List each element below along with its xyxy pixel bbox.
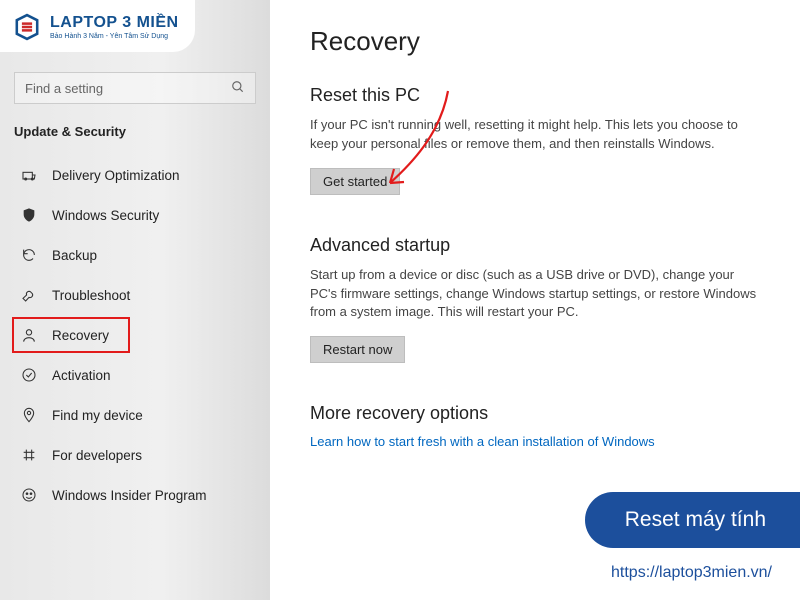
insider-icon [20,486,38,504]
developers-icon [20,446,38,464]
brand-logo: LAPTOP 3 MIỀN Bảo Hành 3 Năm - Yên Tâm S… [0,0,195,52]
sidebar-item-label: For developers [52,448,142,463]
location-icon [20,406,38,424]
page-title: Recovery [310,26,760,57]
advanced-startup-section: Advanced startup Start up from a device … [310,235,760,364]
sidebar-item-label: Recovery [52,328,109,343]
logo-title: LAPTOP 3 MIỀN [50,15,179,31]
logo-subtitle: Bảo Hành 3 Năm - Yên Tâm Sử Dụng [50,33,179,40]
reset-description: If your PC isn't running well, resetting… [310,116,760,154]
sidebar-item-windows-security[interactable]: Windows Security [0,195,270,235]
sidebar-item-label: Find my device [52,408,143,423]
fresh-install-link[interactable]: Learn how to start fresh with a clean in… [310,434,655,449]
logo-mark-icon [10,10,44,44]
get-started-button[interactable]: Get started [310,168,400,195]
delivery-icon [20,166,38,184]
reset-pc-section: Reset this PC If your PC isn't running w… [310,85,760,195]
sidebar-item-backup[interactable]: Backup [0,235,270,275]
backup-icon [20,246,38,264]
annotation-url: https://laptop3mien.vn/ [611,564,772,582]
sidebar-item-windows-insider[interactable]: Windows Insider Program [0,475,270,515]
wrench-icon [20,286,38,304]
reset-heading: Reset this PC [310,85,760,106]
sidebar-item-activation[interactable]: Activation [0,355,270,395]
advanced-heading: Advanced startup [310,235,760,256]
sidebar-item-label: Delivery Optimization [52,168,180,183]
more-recovery-section: More recovery options Learn how to start… [310,403,760,449]
sidebar-item-for-developers[interactable]: For developers [0,435,270,475]
sidebar-item-recovery[interactable]: Recovery [0,315,270,355]
more-heading: More recovery options [310,403,760,424]
advanced-description: Start up from a device or disc (such as … [310,266,760,323]
search-input[interactable] [25,81,231,96]
sidebar-item-find-my-device[interactable]: Find my device [0,395,270,435]
sidebar-item-label: Activation [52,368,111,383]
sidebar-item-label: Troubleshoot [52,288,130,303]
check-circle-icon [20,366,38,384]
sidebar-item-label: Backup [52,248,97,263]
recovery-icon [20,326,38,344]
sidebar-item-label: Windows Insider Program [52,488,207,503]
sidebar: LAPTOP 3 MIỀN Bảo Hành 3 Năm - Yên Tâm S… [0,0,270,600]
search-input-wrap[interactable] [14,72,256,104]
shield-icon [20,206,38,224]
sidebar-section-title: Update & Security [0,114,270,155]
sidebar-item-delivery-optimization[interactable]: Delivery Optimization [0,155,270,195]
sidebar-nav: Delivery Optimization Windows Security B… [0,155,270,515]
restart-now-button[interactable]: Restart now [310,336,405,363]
search-icon [231,80,245,97]
sidebar-item-label: Windows Security [52,208,159,223]
annotation-badge: Reset máy tính [585,492,800,548]
sidebar-item-troubleshoot[interactable]: Troubleshoot [0,275,270,315]
